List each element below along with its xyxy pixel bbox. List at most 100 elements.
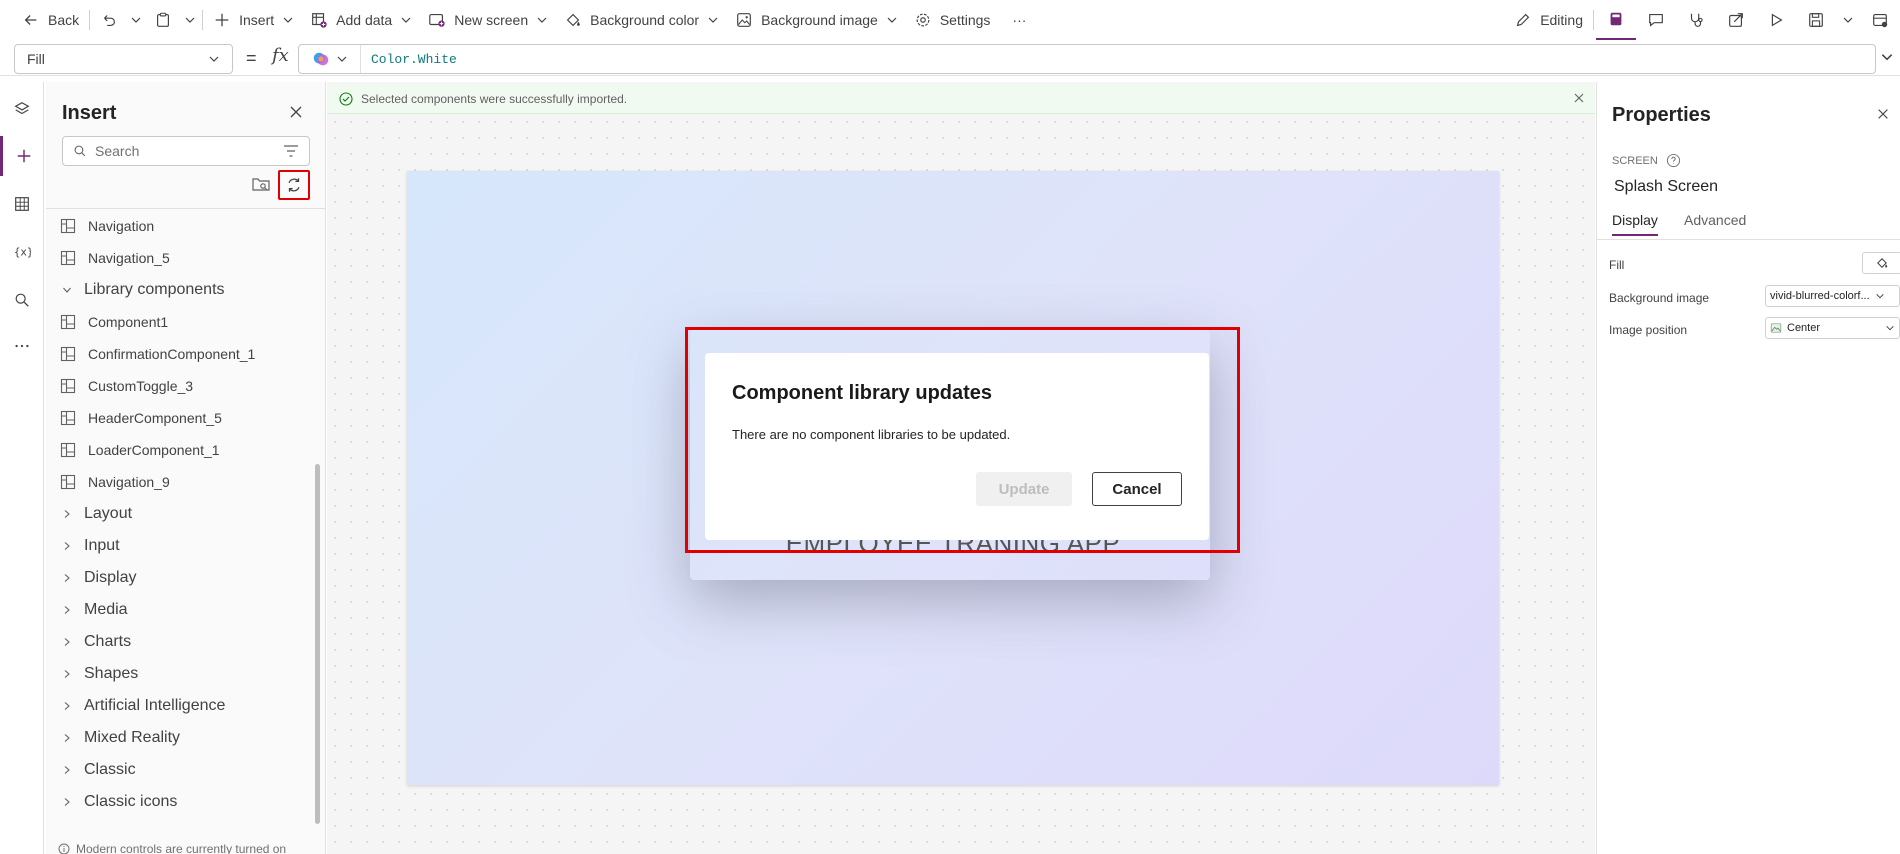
formula-input[interactable]: Color.White xyxy=(298,44,1876,74)
undo-button[interactable] xyxy=(92,0,126,40)
insert-item-navigation-5[interactable]: Navigation_5 xyxy=(60,242,170,274)
filter-icon[interactable] xyxy=(283,144,299,158)
group-artificial-intelligence[interactable]: Artificial Intelligence xyxy=(62,690,225,722)
app-checker-button[interactable] xyxy=(1596,0,1636,40)
share-button[interactable] xyxy=(1716,0,1756,40)
background-image-value: vivid-blurred-colorf... xyxy=(1770,290,1870,302)
fill-color-picker[interactable] xyxy=(1862,252,1900,274)
undo-icon xyxy=(104,15,116,26)
settings-button[interactable]: Settings xyxy=(906,0,999,40)
undo-dropdown[interactable] xyxy=(126,0,146,40)
fill-label: Fill xyxy=(1609,258,1625,272)
divider xyxy=(202,10,204,30)
background-color-button[interactable]: Background color xyxy=(556,0,727,40)
preview-button[interactable] xyxy=(1756,0,1796,40)
background-image-button[interactable]: Background image xyxy=(727,0,906,40)
library-item-navigation-9[interactable]: Navigation_9 xyxy=(60,466,170,498)
insert-item-navigation[interactable]: Navigation xyxy=(60,210,154,242)
group-library-components[interactable]: Library components xyxy=(62,274,225,306)
health-check-button[interactable] xyxy=(1676,0,1716,40)
group-shapes[interactable]: Shapes xyxy=(62,658,138,690)
plus-icon xyxy=(17,149,30,163)
more-button[interactable]: ··· xyxy=(998,0,1034,40)
background-color-label: Background color xyxy=(590,12,700,28)
rail-data[interactable] xyxy=(0,184,44,224)
modern-controls-note-text: Modern controls are currently turned on xyxy=(76,842,287,854)
component-icon xyxy=(60,250,76,266)
group-media[interactable]: Media xyxy=(62,594,128,626)
group-label: Library components xyxy=(84,281,225,298)
library-item-header[interactable]: HeaderComponent_5 xyxy=(60,402,222,434)
save-icon xyxy=(1809,13,1823,27)
help-icon[interactable] xyxy=(1666,153,1681,168)
library-item-label: Navigation_9 xyxy=(88,474,170,490)
library-item-label: CustomToggle_3 xyxy=(88,378,194,394)
chevron-right-icon xyxy=(64,702,70,710)
rail-search[interactable] xyxy=(0,280,44,320)
tab-display[interactable]: Display xyxy=(1612,212,1658,236)
rail-tree-view[interactable] xyxy=(0,89,44,129)
refresh-libraries-button[interactable] xyxy=(278,170,310,200)
rail-more[interactable] xyxy=(0,326,44,366)
group-charts[interactable]: Charts xyxy=(62,626,131,658)
properties-title: Properties xyxy=(1612,104,1711,126)
component-icon xyxy=(60,442,76,458)
rail-variables[interactable]: {x} xyxy=(0,232,44,272)
properties-close-button[interactable] xyxy=(1876,107,1890,121)
chevron-down-icon xyxy=(887,17,897,23)
group-classic[interactable]: Classic xyxy=(62,754,136,786)
chevron-down-icon xyxy=(185,17,195,23)
tab-advanced[interactable]: Advanced xyxy=(1684,212,1746,228)
dismiss-notification-button[interactable] xyxy=(1573,92,1585,104)
browse-folder-button[interactable] xyxy=(252,176,270,192)
comments-button[interactable] xyxy=(1636,0,1676,40)
new-screen-button[interactable]: New screen xyxy=(420,0,556,40)
insert-pane-title: Insert xyxy=(62,102,117,124)
save-button[interactable] xyxy=(1796,0,1836,40)
copilot-button[interactable] xyxy=(299,45,361,73)
insert-button[interactable]: Insert xyxy=(205,0,302,40)
table-add-icon xyxy=(312,13,327,28)
editing-button[interactable]: Editing xyxy=(1506,0,1591,40)
insert-search-input[interactable]: Search xyxy=(62,136,310,166)
image-icon xyxy=(1770,323,1782,333)
library-item-customtoggle[interactable]: CustomToggle_3 xyxy=(60,370,193,402)
group-layout[interactable]: Layout xyxy=(62,498,132,530)
chevron-down-icon xyxy=(63,287,71,293)
cancel-button[interactable]: Cancel xyxy=(1092,472,1182,506)
close-icon xyxy=(1574,93,1584,103)
library-item-loader[interactable]: LoaderComponent_1 xyxy=(60,434,220,466)
paste-dropdown[interactable] xyxy=(180,0,200,40)
library-item-component1[interactable]: Component1 xyxy=(60,306,168,338)
background-image-dropdown[interactable]: vivid-blurred-colorf... xyxy=(1765,285,1900,307)
insert-close-button[interactable] xyxy=(288,104,304,120)
image-position-dropdown[interactable]: Center xyxy=(1765,317,1900,339)
chevron-down-icon xyxy=(1843,17,1853,23)
paste-button[interactable] xyxy=(146,0,180,40)
chevron-down-icon xyxy=(337,56,346,62)
group-classic-icons[interactable]: Classic icons xyxy=(62,786,177,818)
background-image-label: Background image xyxy=(761,12,878,28)
back-button[interactable]: Back xyxy=(0,0,87,40)
close-icon xyxy=(1878,109,1888,119)
group-mixed-reality[interactable]: Mixed Reality xyxy=(62,722,180,754)
group-label: Layout xyxy=(84,505,133,522)
publish-button[interactable] xyxy=(1860,0,1900,40)
save-dropdown[interactable] xyxy=(1836,0,1860,40)
pencil-icon xyxy=(1516,13,1530,27)
library-item-confirmation[interactable]: ConfirmationComponent_1 xyxy=(60,338,255,370)
rail-insert[interactable] xyxy=(0,136,44,176)
right-command-group: Editing xyxy=(1506,0,1900,40)
property-select[interactable]: Fill xyxy=(14,44,233,74)
group-input[interactable]: Input xyxy=(62,530,120,562)
chevron-right-icon xyxy=(64,606,70,614)
chevron-down-icon xyxy=(283,17,293,23)
expand-formula-button[interactable] xyxy=(1880,50,1894,64)
insert-label: Insert xyxy=(239,12,275,28)
update-button[interactable]: Update xyxy=(976,472,1072,506)
add-data-button[interactable]: Add data xyxy=(302,0,420,40)
insert-pane-scrollbar[interactable] xyxy=(315,464,320,824)
comment-icon xyxy=(1649,14,1663,27)
group-display[interactable]: Display xyxy=(62,562,136,594)
folder-search-icon xyxy=(252,178,270,191)
